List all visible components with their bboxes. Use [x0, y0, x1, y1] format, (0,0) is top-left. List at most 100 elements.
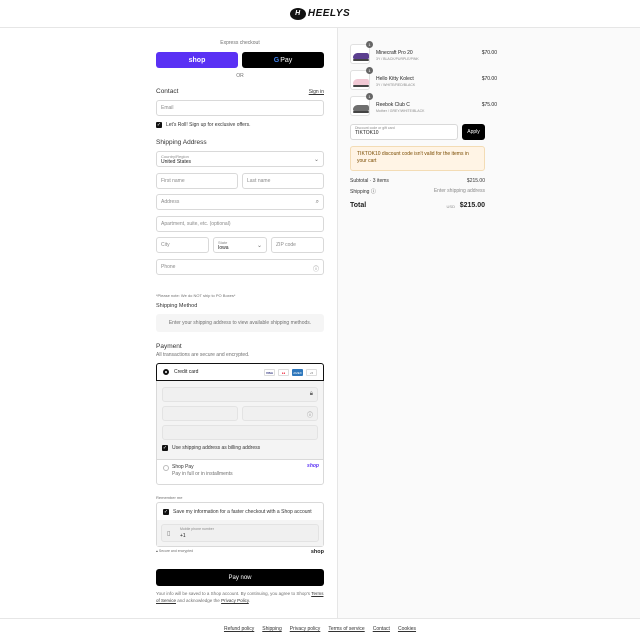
- pay-now-button[interactable]: Pay now: [156, 569, 324, 586]
- shop-pay-label: Shop Pay: [172, 464, 194, 470]
- shipping-method-placeholder: Enter your shipping address to view avai…: [156, 314, 324, 332]
- checkout-form: Express checkout shop G Pay OR Contact S…: [0, 28, 337, 618]
- shoe-sole: [353, 59, 369, 61]
- security-code-field[interactable]: ⓘ: [242, 406, 318, 421]
- help-icon[interactable]: ⓘ: [313, 264, 319, 273]
- secure-label: Secure and encrypted: [158, 549, 194, 553]
- first-name-field[interactable]: First name: [156, 173, 238, 189]
- card-number-field[interactable]: 🔒︎: [162, 387, 318, 402]
- shoe-sole: [353, 111, 369, 113]
- billing-same-row[interactable]: ✓ Use shipping address as billing addres…: [162, 445, 260, 451]
- quantity-badge: 1: [366, 93, 373, 100]
- credit-card-label: Credit card: [174, 369, 199, 375]
- brand-logo[interactable]: H HEELYS: [289, 7, 350, 20]
- city-field[interactable]: City: [156, 237, 209, 253]
- shop-pay-logo: shop: [307, 463, 319, 469]
- item-name: Minecraft Pro 20: [376, 50, 413, 56]
- item-variant: 3Y / WHITE/RED/BLACK: [376, 83, 416, 87]
- city-placeholder: City: [161, 242, 170, 248]
- privacy-policy-link[interactable]: Privacy policy: [290, 626, 321, 632]
- mastercard-icon: ●●: [278, 369, 289, 376]
- expiration-field[interactable]: [162, 406, 238, 421]
- footer-links: Refund policy Shipping Privacy policy Te…: [0, 618, 640, 639]
- newsletter-checkbox[interactable]: ✓: [156, 122, 162, 128]
- save-info-checkbox[interactable]: ✓: [163, 509, 169, 515]
- shop-logo: shop: [310, 549, 324, 555]
- discount-code-field[interactable]: Discount code or gift card TIKTOK10: [350, 124, 458, 140]
- shop-pay-express-button[interactable]: shop: [156, 52, 238, 68]
- privacy-policy-link[interactable]: Privacy Policy: [221, 598, 249, 603]
- state-select[interactable]: State Iowa ⌄: [213, 237, 267, 253]
- google-pay-button[interactable]: G Pay: [242, 52, 324, 68]
- po-box-note: *Please note: We do NOT ship to PO Boxes…: [156, 293, 236, 298]
- discount-warning: TIKTOK10 discount code isn't valid for t…: [350, 146, 485, 171]
- last-name-field[interactable]: Last name: [242, 173, 324, 189]
- mobile-phone-value: +1: [180, 533, 186, 539]
- newsletter-checkbox-row[interactable]: ✓ Let's Roll! Sign up for exclusive offe…: [156, 122, 251, 128]
- shipping-row: Shipping ⓘ Enter shipping address: [350, 188, 485, 195]
- terms-of-service-link[interactable]: Terms of service: [328, 626, 364, 632]
- shop-pay-sub: Pay in full or in installments: [172, 471, 233, 477]
- remember-me-label: Remember me: [156, 495, 183, 500]
- remember-phone-area: ▯ Mobile phone number +1: [157, 520, 323, 546]
- shipping-label: Shipping: [350, 189, 370, 195]
- contact-link[interactable]: Contact: [373, 626, 390, 632]
- cart-item: 1 Reebok Club C Mother / GREY/WHITE/BLAC…: [350, 93, 497, 118]
- card-fields: 🔒︎ ⓘ ✓ Use shipping address as billing a…: [157, 381, 323, 460]
- shipping-link[interactable]: Shipping: [262, 626, 281, 632]
- refund-policy-link[interactable]: Refund policy: [224, 626, 254, 632]
- newsletter-label: Let's Roll! Sign up for exclusive offers…: [166, 122, 251, 128]
- mobile-phone-field[interactable]: ▯ Mobile phone number +1: [161, 524, 319, 542]
- save-info-label: Save my information for a faster checkou…: [173, 509, 312, 515]
- help-icon[interactable]: ⓘ: [307, 410, 313, 419]
- contact-title: Contact: [156, 88, 179, 95]
- card-brands: VISA ●● AMEX +5: [264, 369, 317, 376]
- apply-discount-button[interactable]: Apply: [462, 124, 485, 140]
- shop-pay-option[interactable]: Shop Pay Pay in full or in installments …: [163, 462, 319, 484]
- more-cards-badge[interactable]: +5: [306, 369, 317, 376]
- discount-value: TIKTOK10: [355, 130, 379, 136]
- phone-field[interactable]: Phone ⓘ: [156, 259, 324, 275]
- item-name: Reebok Club C: [376, 102, 410, 108]
- address-field[interactable]: Address ⌕: [156, 194, 324, 210]
- lock-icon: 🔒︎: [309, 391, 313, 397]
- apartment-field[interactable]: Apartment, suite, etc. (optional): [156, 216, 324, 232]
- item-price: $70.00: [481, 76, 497, 82]
- cookies-link[interactable]: Cookies: [398, 626, 416, 632]
- save-info-row[interactable]: ✓ Save my information for a faster check…: [163, 509, 312, 515]
- shoe-sole: [353, 85, 369, 87]
- billing-same-label: Use shipping address as billing address: [172, 445, 261, 451]
- google-pay-label: Pay: [280, 56, 293, 64]
- phone-icon: ▯: [167, 531, 171, 537]
- visa-icon: VISA: [264, 369, 275, 376]
- heelys-logo-mark: H: [289, 7, 306, 20]
- email-field[interactable]: Email: [156, 100, 324, 116]
- country-select[interactable]: Country/Region United States ⌄: [156, 151, 324, 167]
- email-placeholder: Email: [161, 105, 174, 111]
- subtotal-label: Subtotal · 3 items: [350, 178, 389, 184]
- shop-pay-radio[interactable]: [163, 465, 169, 471]
- credit-card-option[interactable]: Credit card VISA ●● AMEX +5: [156, 363, 324, 381]
- address-placeholder: Address: [161, 199, 180, 205]
- amex-icon: AMEX: [292, 369, 303, 376]
- item-variant: 3Y / BLACK/PURPLE/PINK: [376, 57, 419, 61]
- order-summary: 1 Minecraft Pro 20 3Y / BLACK/PURPLE/PIN…: [337, 28, 640, 618]
- subtotal-row: Subtotal · 3 items $215.00: [350, 178, 485, 184]
- help-icon[interactable]: ⓘ: [371, 189, 376, 195]
- first-name-placeholder: First name: [161, 178, 185, 184]
- zip-field[interactable]: ZIP code: [271, 237, 324, 253]
- shipping-method-title: Shipping Method: [156, 303, 198, 309]
- remember-me-box: ✓ Save my information for a faster check…: [156, 502, 324, 547]
- last-name-placeholder: Last name: [247, 178, 271, 184]
- total-row: Total USD $215.00: [350, 202, 485, 209]
- item-price: $75.00: [481, 102, 497, 108]
- total-label: Total: [350, 202, 367, 209]
- shipping-address-title: Shipping Address: [156, 139, 207, 146]
- sign-in-link[interactable]: Sign in: [309, 89, 324, 95]
- billing-same-checkbox[interactable]: ✓: [162, 445, 168, 451]
- credit-card-radio[interactable]: [163, 369, 169, 375]
- or-divider: OR: [236, 73, 244, 79]
- item-variant: Mother / GREY/WHITE/BLACK: [376, 109, 425, 113]
- quantity-badge: 1: [366, 41, 373, 48]
- name-on-card-field[interactable]: [162, 425, 318, 440]
